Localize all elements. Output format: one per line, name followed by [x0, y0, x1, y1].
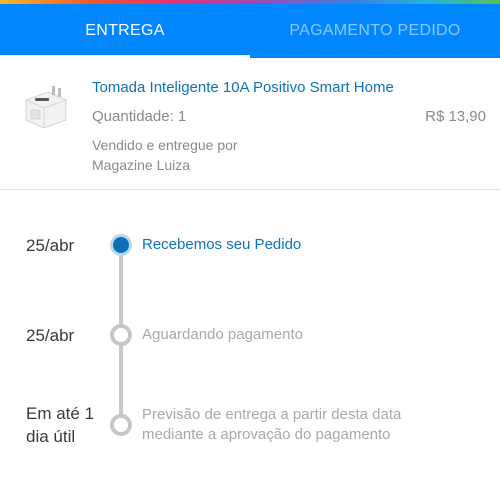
- seller-name: Magazine Luiza: [92, 157, 191, 173]
- tab-pagamento-pedido[interactable]: PAGAMENTO PEDIDO: [250, 4, 500, 58]
- seller-info: Vendido e entregue por Magazine Luiza: [92, 135, 292, 175]
- seller-line-1: Vendido e entregue por: [92, 137, 238, 153]
- timeline-connector: [119, 344, 123, 420]
- product-price: R$ 13,90: [425, 108, 486, 125]
- date-estimate-line-2: dia útil: [26, 427, 76, 446]
- status-dot-pending: [110, 324, 132, 346]
- timeline-date: 25/abr: [26, 326, 75, 345]
- tab-bar: ENTREGA PAGAMENTO PEDIDO: [0, 4, 500, 58]
- forecast-line-1: Previsão de entrega a partir desta data: [142, 406, 402, 423]
- status-dot-pending: [110, 414, 132, 436]
- product-card: Tomada Inteligente 10A Positivo Smart Ho…: [0, 58, 500, 190]
- date-estimate-line-1: Em até 1: [26, 404, 95, 423]
- timeline-status-awaiting-payment: Aguardando pagamento: [142, 326, 303, 343]
- tab-entrega-label: ENTREGA: [85, 22, 165, 39]
- delivery-timeline: 25/abr Recebemos seu Pedido 25/abr Aguar…: [0, 190, 500, 491]
- product-quantity: Quantidade: 1: [92, 108, 187, 125]
- status-dot-active: [110, 234, 132, 256]
- smart-plug-image[interactable]: [18, 80, 74, 136]
- timeline-connector: [119, 254, 123, 334]
- timeline-date: 25/abr: [26, 236, 75, 255]
- tab-pagamento-label: PAGAMENTO PEDIDO: [289, 22, 461, 39]
- timeline-date-estimate: Em até 1 dia útil: [26, 402, 94, 448]
- timeline-status-received: Recebemos seu Pedido: [142, 236, 302, 253]
- timeline-status-delivery-forecast: Previsão de entrega a partir desta data …: [142, 405, 401, 445]
- tab-entrega[interactable]: ENTREGA: [0, 4, 250, 58]
- forecast-line-2: mediante a aprovação do pagamento: [142, 426, 391, 443]
- product-title[interactable]: Tomada Inteligente 10A Positivo Smart Ho…: [92, 79, 394, 96]
